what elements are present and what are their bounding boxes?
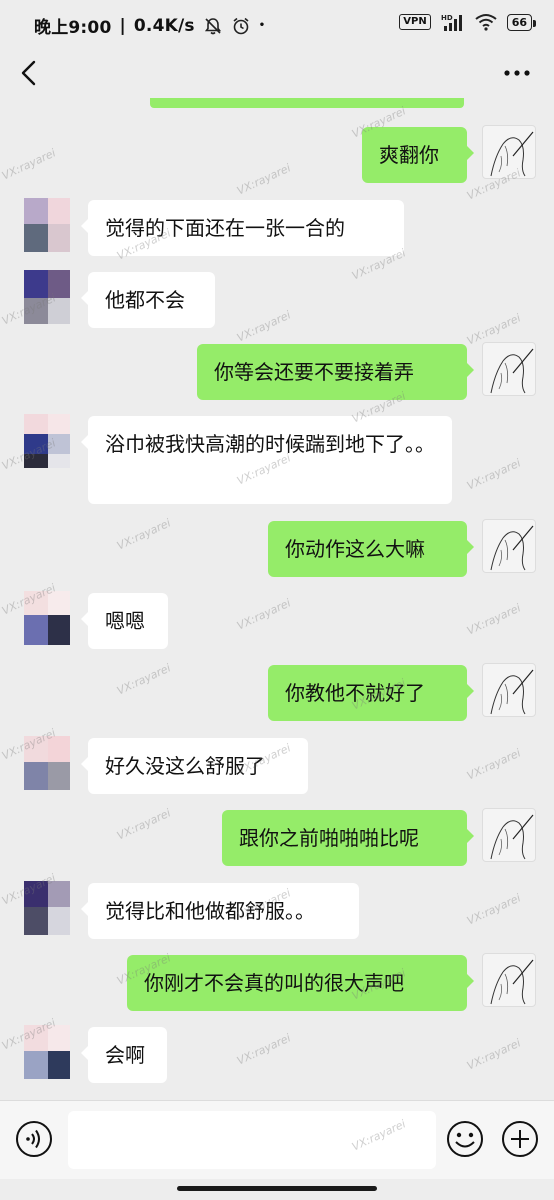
message-row: 觉得比和他做都舒服。。 bbox=[0, 881, 554, 939]
alarm-icon bbox=[233, 17, 249, 34]
bell-off-icon bbox=[204, 17, 221, 34]
avatar[interactable] bbox=[482, 519, 536, 573]
received-bubble[interactable]: 会啊 bbox=[81, 1027, 167, 1083]
avatar[interactable] bbox=[482, 953, 536, 1007]
status-right: VPN HD 66 bbox=[399, 13, 537, 31]
message-row: 好久没这么舒服了 bbox=[0, 736, 554, 794]
chat-header bbox=[0, 48, 554, 98]
network-speed: 0.4K/s bbox=[133, 15, 195, 36]
sketch-avatar-image bbox=[490, 525, 534, 571]
sent-bubble[interactable]: 你等会还要不要接着弄 bbox=[197, 344, 474, 400]
sent-bubble[interactable]: 你动作这么大嘛 bbox=[268, 521, 474, 577]
signal-icon: HD bbox=[441, 14, 462, 31]
message-row: 会啊 bbox=[0, 1025, 554, 1083]
status-bar: 晚上9:00 | 0.4K/s • VPN HD 66 bbox=[0, 0, 554, 48]
message-row: 你动作这么大嘛 bbox=[0, 519, 554, 577]
avatar[interactable] bbox=[482, 342, 536, 396]
sketch-avatar-image bbox=[490, 348, 534, 394]
status-left: 晚上9:00 | 0.4K/s • bbox=[34, 13, 266, 39]
sketch-avatar-image bbox=[490, 959, 534, 1005]
voice-icon[interactable] bbox=[14, 1119, 54, 1159]
wifi-icon bbox=[475, 14, 497, 31]
message-row: 你等会还要不要接着弄 bbox=[0, 342, 554, 400]
avatar[interactable] bbox=[482, 808, 536, 862]
sent-bubble[interactable]: 爽翻你 bbox=[362, 127, 474, 183]
more-dots-icon[interactable] bbox=[502, 60, 532, 86]
chat-message-list[interactable]: 爽翻你 觉得的下面还在一张一合的 他都不会 你等会还要不要接着弄 浴巾被我快高潮… bbox=[0, 98, 554, 1100]
message-row: 跟你之前啪啪啪比呢 bbox=[0, 808, 554, 866]
sent-bubble[interactable]: 跟你之前啪啪啪比呢 bbox=[222, 810, 474, 866]
sent-bubble[interactable]: 你刚才不会真的叫的很大声吧 bbox=[127, 955, 474, 1011]
avatar[interactable] bbox=[482, 663, 536, 717]
svg-text:HD: HD bbox=[441, 14, 453, 22]
back-arrow-icon[interactable] bbox=[14, 56, 44, 90]
status-separator: | bbox=[119, 15, 126, 36]
message-row: 嗯嗯 bbox=[0, 591, 554, 649]
status-time: 晚上9:00 bbox=[34, 18, 112, 38]
received-bubble[interactable]: 他都不会 bbox=[81, 272, 215, 328]
status-dot: • bbox=[258, 20, 266, 31]
sketch-avatar-image bbox=[490, 814, 534, 860]
battery-indicator: 66 bbox=[506, 13, 537, 31]
chat-input-bar: VX:rayarei bbox=[0, 1100, 554, 1179]
sketch-avatar-image bbox=[490, 669, 534, 715]
message-row: 你教他不就好了 bbox=[0, 663, 554, 721]
home-indicator[interactable] bbox=[177, 1186, 377, 1191]
received-bubble[interactable]: 觉得比和他做都舒服。。 bbox=[81, 883, 359, 939]
vpn-badge: VPN bbox=[399, 14, 431, 30]
message-row: 你刚才不会真的叫的很大声吧 bbox=[0, 953, 554, 1011]
emoji-icon[interactable] bbox=[445, 1119, 485, 1159]
message-row: 觉得的下面还在一张一合的 bbox=[0, 198, 554, 256]
received-bubble[interactable]: 嗯嗯 bbox=[81, 593, 168, 649]
avatar[interactable] bbox=[20, 198, 74, 252]
partial-sent-bubble bbox=[150, 98, 464, 108]
plus-icon[interactable] bbox=[500, 1119, 540, 1159]
